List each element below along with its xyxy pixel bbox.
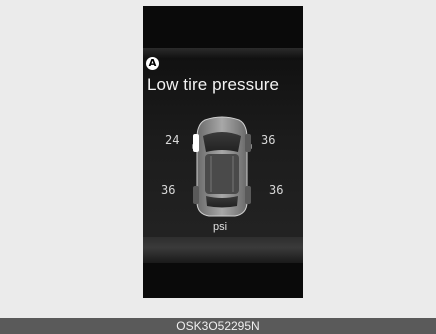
tire-pressure-rear-right: 36 (269, 183, 284, 197)
tire-pressure-rear-left: 36 (161, 183, 176, 197)
figure-code: OSK3O52295N (0, 318, 436, 334)
pressure-unit: psi (213, 221, 228, 233)
callout-marker: A (146, 57, 159, 70)
instrument-cluster-display: A Low tire pressure 24 36 36 36 psi (143, 6, 303, 298)
top-divider-band (143, 48, 303, 58)
bottom-divider-band (143, 237, 303, 263)
car-topview-icon (192, 116, 252, 217)
warning-title: Low tire pressure (147, 75, 280, 94)
low-tire-indicator (193, 134, 199, 152)
tire-pressure-front-right: 36 (261, 133, 276, 147)
tire-pressure-front-left: 24 (165, 133, 180, 147)
